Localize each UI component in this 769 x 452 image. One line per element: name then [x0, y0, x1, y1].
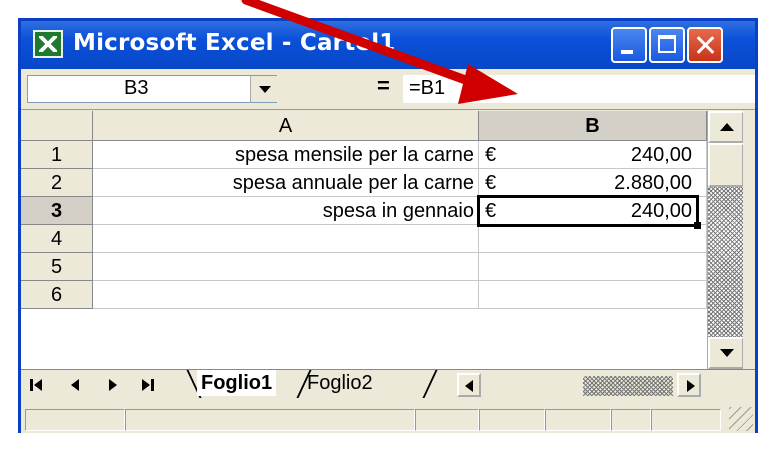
status-bar	[21, 405, 755, 433]
row-header-4[interactable]: 4	[21, 225, 93, 253]
vertical-scrollbar[interactable]	[707, 111, 744, 369]
currency-symbol: €	[485, 144, 497, 166]
last-sheet-icon[interactable]	[139, 374, 159, 396]
sheet-tab-bar: Foglio1 Foglio2	[21, 369, 755, 400]
window-title: Microsoft Excel - Cartel1	[73, 30, 396, 56]
status-panel	[479, 409, 545, 431]
scroll-left-arrow-icon[interactable]	[457, 373, 481, 397]
row-header-3[interactable]: 3	[21, 197, 93, 225]
name-box-value: B3	[124, 77, 149, 99]
vertical-scroll-track[interactable]	[708, 187, 744, 337]
previous-sheet-icon[interactable]	[65, 374, 85, 396]
name-box-dropdown-icon[interactable]	[250, 76, 279, 102]
vertical-scroll-thumb[interactable]	[708, 143, 744, 187]
cell-a6[interactable]	[93, 281, 479, 309]
scroll-right-arrow-icon[interactable]	[677, 373, 701, 397]
tab-foglio2[interactable]: Foglio2	[303, 370, 377, 396]
formula-text: =B1	[409, 77, 446, 99]
select-all-corner[interactable]	[21, 111, 93, 141]
row-header-5[interactable]: 5	[21, 253, 93, 281]
row-header-6[interactable]: 6	[21, 281, 93, 309]
maximize-button[interactable]	[649, 27, 685, 63]
cell-amount: 2.880,00	[614, 172, 692, 194]
currency-symbol: €	[485, 172, 497, 194]
next-sheet-icon[interactable]	[103, 374, 123, 396]
worksheet-grid: A B 1 spesa mensile per la carne € 240,0…	[21, 111, 755, 369]
formula-input[interactable]: =B1	[403, 75, 755, 103]
scrollbar-gutter	[743, 111, 755, 369]
fill-handle[interactable]	[694, 222, 701, 229]
row-header-2[interactable]: 2	[21, 169, 93, 197]
cell-a1[interactable]: spesa mensile per la carne	[93, 141, 479, 169]
excel-app-icon[interactable]	[33, 30, 63, 58]
formula-bar: B3 = =B1	[21, 69, 755, 110]
excel-window: Microsoft Excel - Cartel1 B3 = =B1 A B 1…	[18, 18, 758, 433]
formula-equals-sign[interactable]: =	[377, 73, 390, 99]
cell-a4[interactable]	[93, 225, 479, 253]
status-panel	[651, 409, 721, 431]
cell-b5[interactable]	[479, 253, 707, 281]
column-header-b[interactable]: B	[479, 111, 707, 141]
scroll-up-arrow-icon[interactable]	[708, 111, 744, 143]
cell-b4[interactable]	[479, 225, 707, 253]
column-header-a[interactable]: A	[93, 111, 479, 141]
status-panel	[125, 409, 415, 431]
cell-amount: 240,00	[630, 144, 692, 166]
status-panel	[415, 409, 479, 431]
status-panel	[545, 409, 611, 431]
first-sheet-icon[interactable]	[27, 374, 47, 396]
close-button[interactable]	[687, 27, 723, 63]
minimize-button[interactable]	[611, 27, 647, 63]
tab-foglio1[interactable]: Foglio1	[197, 370, 277, 396]
horizontal-scroll-track[interactable]	[583, 376, 673, 396]
cell-a2[interactable]: spesa annuale per la carne	[93, 169, 479, 197]
tab-divider	[422, 370, 438, 398]
status-panel	[611, 409, 651, 431]
active-cell-border	[477, 195, 699, 227]
cell-b2[interactable]: € 2.880,00	[479, 169, 707, 197]
row-header-1[interactable]: 1	[21, 141, 93, 169]
status-panel	[25, 409, 125, 431]
title-bar[interactable]: Microsoft Excel - Cartel1	[21, 21, 755, 69]
name-box[interactable]: B3	[27, 75, 279, 103]
scroll-down-arrow-icon[interactable]	[708, 337, 744, 369]
cell-a3[interactable]: spesa in gennaio	[93, 197, 479, 225]
cell-b1[interactable]: € 240,00	[479, 141, 707, 169]
resize-grip-icon[interactable]	[729, 407, 753, 431]
cell-b6[interactable]	[479, 281, 707, 309]
cell-a5[interactable]	[93, 253, 479, 281]
